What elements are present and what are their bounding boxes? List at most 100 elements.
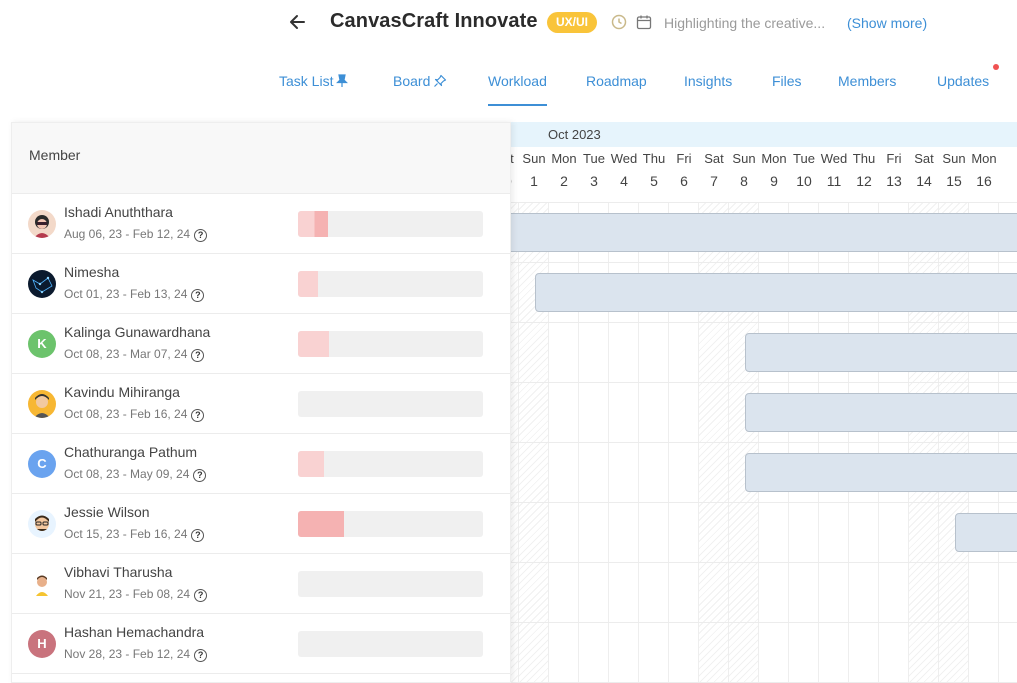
calendar-icon[interactable] bbox=[636, 14, 652, 30]
help-icon[interactable]: ? bbox=[194, 589, 208, 602]
day-header: Sun 1 bbox=[519, 147, 549, 203]
member-date-range: Oct 08, 23 - Mar 07, 24 bbox=[64, 347, 188, 361]
pin-filled-icon bbox=[336, 74, 349, 87]
workload-bar[interactable] bbox=[298, 451, 483, 477]
day-name: Sat bbox=[914, 151, 934, 166]
member-row[interactable]: Vibhavi Tharusha Nov 21, 23 - Feb 08, 24? bbox=[12, 554, 510, 614]
workload-bar[interactable] bbox=[298, 391, 483, 417]
day-header: Sat 7 bbox=[699, 147, 729, 203]
tab-updates[interactable]: Updates bbox=[937, 73, 989, 89]
member-date-range: Nov 21, 23 - Feb 08, 24 bbox=[64, 587, 191, 601]
row-divider bbox=[505, 322, 1017, 323]
day-date: 13 bbox=[886, 173, 902, 189]
day-header: Thu 12 bbox=[849, 147, 879, 203]
member-row[interactable]: K Kalinga Gunawardhana Oct 08, 23 - Mar 07… bbox=[12, 314, 510, 374]
tab-members[interactable]: Members bbox=[838, 73, 896, 89]
member-row[interactable]: C Chathuranga Pathum Oct 08, 23 - May 09, … bbox=[12, 434, 510, 494]
member-row[interactable]: Ishadi Anuththara Aug 06, 23 - Feb 12, 24… bbox=[12, 194, 510, 254]
member-row[interactable]: Nimesha Oct 01, 23 - Feb 13, 24? bbox=[12, 254, 510, 314]
workload-bar[interactable] bbox=[298, 571, 483, 597]
back-arrow-icon[interactable] bbox=[286, 10, 308, 34]
day-header: Sun 15 bbox=[939, 147, 969, 203]
member-name: Kalinga Gunawardhana bbox=[64, 324, 211, 340]
member-date-range: Oct 15, 23 - Feb 16, 24 bbox=[64, 527, 188, 541]
day-name: Wed bbox=[610, 151, 638, 166]
help-icon[interactable]: ? bbox=[191, 529, 205, 542]
day-date: 9 bbox=[770, 173, 778, 189]
member-name: Kavindu Mihiranga bbox=[64, 384, 180, 400]
help-icon[interactable]: ? bbox=[191, 349, 205, 362]
assignment-bar[interactable] bbox=[745, 393, 1017, 432]
tab-task-list[interactable]: Task List bbox=[279, 73, 349, 89]
notification-dot bbox=[993, 64, 999, 70]
assignment-bar[interactable] bbox=[955, 513, 1017, 552]
assignment-bar[interactable] bbox=[745, 453, 1017, 492]
help-icon[interactable]: ? bbox=[191, 289, 205, 302]
workload-fill bbox=[298, 271, 318, 297]
row-divider bbox=[505, 562, 1017, 563]
workload-bar[interactable] bbox=[298, 511, 483, 537]
day-header: Fri 13 bbox=[879, 147, 909, 203]
workload-fill bbox=[298, 211, 328, 237]
clock-icon[interactable] bbox=[611, 14, 627, 30]
member-name: Nimesha bbox=[64, 264, 120, 280]
member-dates: Oct 08, 23 - Feb 16, 24? bbox=[64, 407, 205, 422]
project-tabs: Task List Board Workload Roadmap Insight… bbox=[0, 60, 1017, 110]
project-description: Highlighting the creative... bbox=[664, 15, 826, 31]
pin-outline-icon bbox=[434, 74, 447, 87]
day-name: Tue bbox=[583, 151, 605, 166]
day-date: 8 bbox=[740, 173, 748, 189]
category-badge: UX/UI bbox=[547, 12, 598, 33]
member-dates: Oct 08, 23 - May 09, 24? bbox=[64, 467, 207, 482]
avatar bbox=[28, 270, 56, 298]
assignment-bar[interactable] bbox=[505, 213, 1017, 252]
help-icon[interactable]: ? bbox=[191, 409, 205, 422]
workload-timeline[interactable]: Oct 2023 Sat30Sun1Mon2Tue3Wed4Thu5Fri6Sa… bbox=[505, 122, 1017, 683]
day-name: Fri bbox=[676, 151, 692, 166]
avatar bbox=[28, 510, 56, 538]
show-more-link[interactable]: (Show more) bbox=[847, 15, 927, 31]
day-name: Sat bbox=[704, 151, 724, 166]
tab-files[interactable]: Files bbox=[772, 73, 802, 89]
day-header: Mon 2 bbox=[549, 147, 579, 203]
member-date-range: Oct 08, 23 - May 09, 24 bbox=[64, 467, 190, 481]
avatar: C bbox=[28, 450, 56, 478]
tab-workload[interactable]: Workload bbox=[488, 73, 547, 106]
assignment-bar[interactable] bbox=[535, 273, 1017, 312]
day-date: 5 bbox=[650, 173, 658, 189]
day-name: Thu bbox=[852, 151, 876, 166]
workload-bar[interactable] bbox=[298, 271, 483, 297]
row-divider bbox=[505, 262, 1017, 263]
member-row[interactable]: Kavindu Mihiranga Oct 08, 23 - Feb 16, 24… bbox=[12, 374, 510, 434]
member-dates: Nov 21, 23 - Feb 08, 24? bbox=[64, 587, 208, 602]
member-column-label: Member bbox=[29, 147, 81, 163]
member-dates: Oct 01, 23 - Feb 13, 24? bbox=[64, 287, 205, 302]
help-icon[interactable]: ? bbox=[193, 469, 207, 482]
workload-bar[interactable] bbox=[298, 631, 483, 657]
avatar: K bbox=[28, 330, 56, 358]
project-header: CanvasCraft Innovate UX/UI Highlighting … bbox=[0, 0, 1017, 50]
day-name: Sun bbox=[942, 151, 966, 166]
tab-insights[interactable]: Insights bbox=[684, 73, 732, 89]
tab-board[interactable]: Board bbox=[393, 73, 447, 89]
day-name: Mon bbox=[551, 151, 577, 166]
day-date: 7 bbox=[710, 173, 718, 189]
workload-fill bbox=[298, 451, 324, 477]
workload-bar[interactable] bbox=[298, 211, 483, 237]
member-date-range: Aug 06, 23 - Feb 12, 24 bbox=[64, 227, 191, 241]
member-date-range: Oct 08, 23 - Feb 16, 24 bbox=[64, 407, 188, 421]
assignment-bar[interactable] bbox=[745, 333, 1017, 372]
day-name: Thu bbox=[642, 151, 666, 166]
member-row[interactable]: Jessie Wilson Oct 15, 23 - Feb 16, 24? bbox=[12, 494, 510, 554]
day-date: 2 bbox=[560, 173, 568, 189]
day-header: Thu 5 bbox=[639, 147, 669, 203]
member-row[interactable]: H Hashan Hemachandra Nov 28, 23 - Feb 12, … bbox=[12, 614, 510, 674]
day-date: 10 bbox=[796, 173, 812, 189]
day-date: 15 bbox=[946, 173, 962, 189]
help-icon[interactable]: ? bbox=[194, 649, 208, 662]
avatar bbox=[28, 570, 56, 598]
day-date: 14 bbox=[916, 173, 932, 189]
help-icon[interactable]: ? bbox=[194, 229, 208, 242]
workload-bar[interactable] bbox=[298, 331, 483, 357]
tab-roadmap[interactable]: Roadmap bbox=[586, 73, 647, 89]
